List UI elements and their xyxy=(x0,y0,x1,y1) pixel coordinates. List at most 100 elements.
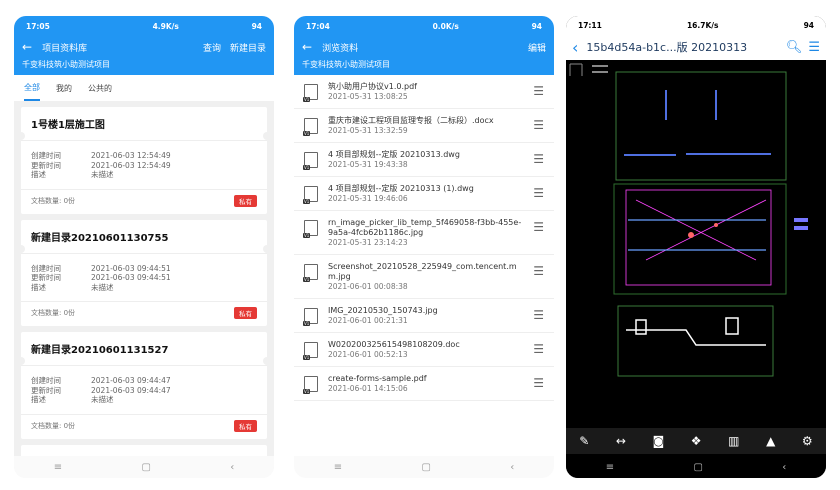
page-title: 浏览资料 xyxy=(322,43,359,54)
battery-icon: 94 xyxy=(803,20,814,30)
more-menu-icon[interactable]: ☰ xyxy=(533,376,544,390)
file-icon: V1 xyxy=(303,186,318,204)
file-name: 4 项目部规划--定版 20210313.dwg xyxy=(328,150,460,159)
battery-icon: 94 xyxy=(531,21,542,31)
file-icon: V1 xyxy=(303,342,318,360)
menu-nav-icon[interactable]: ≡ xyxy=(334,462,342,473)
back-chevron-icon[interactable]: ‹ xyxy=(572,38,578,57)
back-nav-icon[interactable]: ‹ xyxy=(510,462,514,473)
directory-title: 新建目录20210601131527 xyxy=(21,332,267,366)
file-name: W020200325615498108209.doc xyxy=(328,340,460,349)
app-bar: ← 浏览资料 编辑 xyxy=(294,36,554,58)
file-date: 2021-05-31 19:46:06 xyxy=(328,194,408,203)
file-name: rn_image_picker_lib_temp_5f469058-f3bb-4… xyxy=(328,218,522,237)
file-date: 2021-05-31 13:08:25 xyxy=(328,92,408,101)
home-nav-icon[interactable]: ▢ xyxy=(693,462,702,473)
viewer-app-bar: ‹ 15b4d54a-b1c...版 20210313 🔍︎ ☰ xyxy=(566,34,826,60)
menu-icon[interactable]: ☰ xyxy=(808,40,820,55)
menu-nav-icon[interactable]: ≡ xyxy=(54,462,62,473)
more-menu-icon[interactable]: ☰ xyxy=(533,118,544,132)
doc-count: 文档数量: 0份 xyxy=(31,309,76,317)
file-item[interactable]: V1 筑小助用户协议v1.0.pdf 2021-05-31 13:08:25 ☰ xyxy=(294,75,554,109)
more-menu-icon[interactable]: ☰ xyxy=(533,84,544,98)
viewer-toolbar: ✎ ↔ ◙ ❖ ▥ ▲ ⚙ xyxy=(566,428,826,454)
home-nav-icon[interactable]: ▢ xyxy=(141,462,150,473)
doc-count: 文档数量: 0份 xyxy=(31,196,76,205)
more-menu-icon[interactable]: ☰ xyxy=(533,220,544,234)
file-icon: V1 xyxy=(303,264,318,282)
file-name: create-forms-sample.pdf xyxy=(328,374,427,383)
cad-viewer-screen: 17:11 16.7K/s 94 ‹ 15b4d54a-b1c...版 2021… xyxy=(566,16,826,478)
annotate-icon[interactable]: ✎ xyxy=(579,434,589,448)
back-nav-icon[interactable]: ‹ xyxy=(230,462,234,473)
file-item[interactable]: V1 rn_image_picker_lib_temp_5f469058-f3bb… xyxy=(294,211,554,255)
project-subtitle: 千变科技筑小助测试项目 xyxy=(302,60,390,69)
back-nav-icon[interactable]: ‹ xyxy=(782,462,786,473)
tab-all[interactable]: 全部 xyxy=(24,76,40,101)
system-nav-bar: ≡ ▢ ‹ xyxy=(294,456,554,478)
cad-drawing xyxy=(569,63,808,377)
drawing-frame-top xyxy=(615,71,787,181)
tab-public[interactable]: 公共的 xyxy=(88,77,112,100)
directory-title: 新建目录20210601130755 xyxy=(21,220,267,254)
file-name: Screenshot_20210528_225949_com.tencent.m… xyxy=(328,262,517,281)
directory-card[interactable]: 新建目录20210601131527 创建时间 2021-06-03 09:44:… xyxy=(17,332,271,439)
settings-gear-icon[interactable]: ⚙ xyxy=(802,434,813,448)
file-item[interactable]: V1 W020200325615498108209.doc 2021-06-01 0… xyxy=(294,333,554,367)
file-date: 2021-06-01 14:15:06 xyxy=(328,384,408,393)
file-date: 2021-06-01 00:08:38 xyxy=(328,282,408,291)
file-name: 4 项目部规划--定版 20210313 (1).dwg xyxy=(328,184,474,193)
status-bar: 17:05 4.9K/s 94 xyxy=(26,21,262,31)
file-item[interactable]: V1 create-forms-sample.pdf 2021-06-01 14:1… xyxy=(294,367,554,401)
status-bar: 17:11 16.7K/s 94 xyxy=(566,16,826,34)
status-bar: 17:04 0.0K/s 94 xyxy=(306,21,542,31)
measure-icon[interactable]: ↔ xyxy=(616,434,626,448)
tab-mine[interactable]: 我的 xyxy=(56,77,72,100)
file-icon: V1 xyxy=(303,152,318,170)
layers-icon[interactable]: ❖ xyxy=(691,434,702,448)
file-name: 筑小助用户协议v1.0.pdf xyxy=(328,82,417,91)
file-item[interactable]: V1 Screenshot_20210528_225949_com.tencent… xyxy=(294,255,554,299)
file-item[interactable]: V1 4 项目部规划--定版 20210313.dwg 2021-05-31 19:… xyxy=(294,143,554,177)
home-nav-icon[interactable]: ▢ xyxy=(421,462,430,473)
system-nav-bar: ≡ ▢ ‹ xyxy=(566,456,826,478)
back-arrow-icon[interactable]: ← xyxy=(302,40,312,54)
directory-card[interactable]: 1号楼1层施工图 创建时间 2021-06-03 12:54:49 更新时间 202… xyxy=(17,107,271,214)
directory-card[interactable]: 新建目录20210601130755 创建时间 2021-06-03 09:44:… xyxy=(17,219,271,326)
back-arrow-icon[interactable]: ← xyxy=(22,40,32,54)
file-date: 2021-06-01 00:52:13 xyxy=(328,350,408,359)
file-date: 2021-05-31 13:32:59 xyxy=(328,126,408,135)
project-subtitle: 千变科技筑小助测试项目 xyxy=(22,60,110,69)
file-name: 重庆市建设工程项目监理专报（二标段）.docx xyxy=(328,116,494,125)
filter-tabs: 全部 我的 公共的 xyxy=(14,75,274,101)
more-menu-icon[interactable]: ☰ xyxy=(533,152,544,166)
file-icon: V1 xyxy=(303,220,318,238)
file-date: 2021-05-31 19:43:38 xyxy=(328,160,408,169)
more-menu-icon[interactable]: ☰ xyxy=(533,308,544,322)
more-menu-icon[interactable]: ☰ xyxy=(533,186,544,200)
drawing-frame-middle xyxy=(613,183,787,295)
layout-icon[interactable]: ▥ xyxy=(728,434,739,448)
file-item[interactable]: V1 IMG_20210530_150743.jpg 2021-06-01 00:2… xyxy=(294,299,554,333)
drawing-canvas[interactable] xyxy=(566,60,826,428)
new-directory-button[interactable]: 新建目录 xyxy=(230,41,266,54)
file-icon: V1 xyxy=(303,308,318,326)
search-icon[interactable]: 🔍︎ xyxy=(786,40,803,55)
page-title: 项目资料库 xyxy=(42,43,88,54)
file-item[interactable]: V1 4 项目部规划--定版 20210313 (1).dwg 2021-05-31… xyxy=(294,177,554,211)
search-button[interactable]: 查询 xyxy=(203,41,221,54)
file-list: V1 筑小助用户协议v1.0.pdf 2021-05-31 13:08:25 ☰ V1… xyxy=(294,75,554,401)
file-item[interactable]: V1 重庆市建设工程项目监理专报（二标段）.docx 2021-05-31 13:3… xyxy=(294,109,554,143)
file-date: 2021-06-01 00:21:31 xyxy=(328,316,408,325)
camera-icon[interactable]: ◙ xyxy=(653,434,665,448)
file-icon: V1 xyxy=(303,84,318,102)
directory-title: 1号楼1层施工图 xyxy=(21,107,267,141)
menu-nav-icon[interactable]: ≡ xyxy=(606,462,614,473)
edit-button[interactable]: 编辑 xyxy=(528,41,546,54)
more-menu-icon[interactable]: ☰ xyxy=(533,264,544,278)
image-export-icon[interactable]: ▲ xyxy=(766,434,775,448)
doc-count: 文档数量: 0份 xyxy=(31,421,76,430)
drawing-title: 15b4d54a-b1c...版 20210313 xyxy=(586,41,748,54)
app-bar: ← 项目资料库 查询 新建目录 xyxy=(14,36,274,58)
more-menu-icon[interactable]: ☰ xyxy=(533,342,544,356)
